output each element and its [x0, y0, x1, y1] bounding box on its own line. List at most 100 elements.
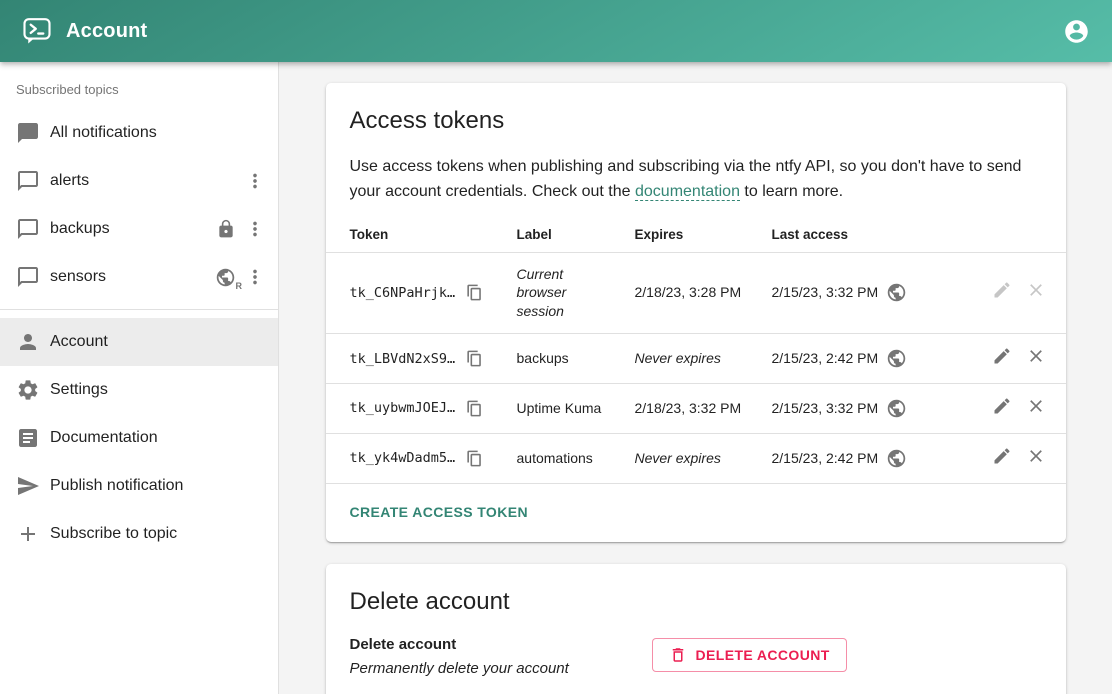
- send-icon: [16, 474, 40, 498]
- delete-token-button[interactable]: [1026, 446, 1046, 466]
- copy-icon: [465, 449, 484, 468]
- copy-token-button[interactable]: [465, 449, 484, 468]
- pencil-icon: [992, 446, 1012, 466]
- delete-account-button-label: DELETE ACCOUNT: [696, 647, 830, 663]
- token-row: tk_uybwmJOEJ… Uptime Kuma 2/18/23, 3:32 …: [326, 384, 1066, 434]
- chat-outline-icon: [16, 217, 40, 241]
- copy-token-button[interactable]: [465, 399, 484, 418]
- sidebar-item-account[interactable]: Account: [0, 318, 278, 366]
- sidebar-item-label: All notifications: [50, 124, 266, 142]
- topic-menu-button[interactable]: [244, 266, 266, 288]
- token-last-access: 2/15/23, 3:32 PM: [772, 283, 879, 302]
- column-header-token: Token: [326, 215, 517, 253]
- sidebar-item-label: sensors: [50, 268, 215, 286]
- copy-token-button[interactable]: [465, 283, 484, 302]
- edit-token-button[interactable]: [992, 346, 1012, 366]
- delete-account-button[interactable]: DELETE ACCOUNT: [652, 638, 847, 672]
- column-header-label: Label: [517, 215, 635, 253]
- page-title: Account: [66, 20, 147, 43]
- token-expires: Never expires: [635, 334, 772, 384]
- chat-outline-icon: [16, 265, 40, 289]
- token-last-access: 2/15/23, 3:32 PM: [772, 399, 879, 418]
- globe-icon: [886, 348, 907, 369]
- chat-outline-icon: [16, 169, 40, 193]
- delete-account-title: Delete account: [326, 564, 1066, 616]
- sidebar-item-label: Account: [50, 333, 266, 351]
- copy-icon: [465, 349, 484, 368]
- column-header-last-access: Last access: [772, 215, 942, 253]
- delete-account-row-title: Delete account: [350, 636, 652, 653]
- sidebar-item-settings[interactable]: Settings: [0, 366, 278, 414]
- subscribed-topics-label: Subscribed topics: [0, 82, 278, 109]
- delete-account-card: Delete account Delete account Permanentl…: [326, 564, 1066, 694]
- account-circle-icon: [1063, 18, 1090, 45]
- person-icon: [16, 330, 40, 354]
- token-expires: 2/18/23, 3:28 PM: [635, 252, 772, 334]
- token-value: tk_yk4wDadm5…: [350, 449, 456, 467]
- sidebar-item-documentation[interactable]: Documentation: [0, 414, 278, 462]
- token-value: tk_uybwmJOEJ…: [350, 399, 456, 417]
- sidebar-item-all-notifications[interactable]: All notifications: [0, 109, 278, 157]
- documentation-link[interactable]: documentation: [635, 183, 740, 201]
- reserved-badge: R: [236, 281, 243, 291]
- token-row: tk_yk4wDadm5… automations Never expires …: [326, 434, 1066, 484]
- edit-token-button[interactable]: [992, 446, 1012, 466]
- edit-token-button[interactable]: [992, 396, 1012, 416]
- trash-icon: [669, 646, 687, 664]
- create-access-token-button[interactable]: CREATE ACCESS TOKEN: [350, 498, 528, 526]
- sidebar: Subscribed topics All notifications aler…: [0, 62, 279, 694]
- edit-token-button: [992, 280, 1012, 300]
- access-tokens-description: Use access tokens when publishing and su…: [326, 135, 1066, 209]
- chat-filled-icon: [16, 121, 40, 145]
- sidebar-item-label: Settings: [50, 381, 266, 399]
- pencil-icon: [992, 346, 1012, 366]
- sidebar-item-backups[interactable]: backups: [0, 205, 278, 253]
- token-row: tk_C6NPaHrjk… Current browser session 2/…: [326, 252, 1066, 334]
- globe-icon: [886, 398, 907, 419]
- copy-icon: [465, 399, 484, 418]
- account-menu-button[interactable]: [1063, 18, 1090, 45]
- sidebar-item-label: backups: [50, 220, 216, 238]
- copy-token-button[interactable]: [465, 349, 484, 368]
- sidebar-item-label: Subscribe to topic: [50, 525, 266, 543]
- token-label: Current browser session: [517, 252, 635, 334]
- close-icon: [1026, 446, 1046, 466]
- access-tokens-title: Access tokens: [326, 83, 1066, 135]
- ntfy-logo-icon: [22, 16, 52, 46]
- token-row: tk_LBVdN2xS9… backups Never expires 2/15…: [326, 334, 1066, 384]
- column-header-expires: Expires: [635, 215, 772, 253]
- pencil-icon: [992, 280, 1012, 300]
- app-bar: Account: [0, 0, 1112, 62]
- more-vert-icon: [244, 218, 266, 240]
- more-vert-icon: [244, 170, 266, 192]
- globe-icon: [886, 448, 907, 469]
- description-text: to learn more.: [740, 183, 843, 200]
- token-label: backups: [517, 334, 635, 384]
- sidebar-item-subscribe-to-topic[interactable]: Subscribe to topic: [0, 510, 278, 558]
- sidebar-item-publish-notification[interactable]: Publish notification: [0, 462, 278, 510]
- topic-menu-button[interactable]: [244, 170, 266, 192]
- main-content: Access tokens Use access tokens when pub…: [279, 62, 1112, 694]
- access-tokens-table: Token Label Expires Last access tk_C6NPa…: [326, 215, 1066, 484]
- token-label: Uptime Kuma: [517, 384, 635, 434]
- globe-icon: [886, 282, 907, 303]
- reserved-globe-icon: R: [215, 267, 236, 288]
- lock-icon: [216, 219, 236, 239]
- delete-account-row-subtitle: Permanently delete your account: [350, 660, 652, 677]
- delete-token-button[interactable]: [1026, 346, 1046, 366]
- column-header-actions: [942, 215, 1066, 253]
- token-value: tk_LBVdN2xS9…: [350, 350, 456, 368]
- close-icon: [1026, 396, 1046, 416]
- sidebar-item-label: Publish notification: [50, 477, 266, 495]
- copy-icon: [465, 283, 484, 302]
- delete-token-button[interactable]: [1026, 396, 1046, 416]
- token-expires: 2/18/23, 3:32 PM: [635, 384, 772, 434]
- sidebar-divider: [0, 309, 278, 310]
- table-header-row: Token Label Expires Last access: [326, 215, 1066, 253]
- sidebar-item-label: Documentation: [50, 429, 266, 447]
- sidebar-item-alerts[interactable]: alerts: [0, 157, 278, 205]
- topic-menu-button[interactable]: [244, 218, 266, 240]
- sidebar-item-label: alerts: [50, 172, 244, 190]
- plus-icon: [16, 522, 40, 546]
- sidebar-item-sensors[interactable]: sensors R: [0, 253, 278, 301]
